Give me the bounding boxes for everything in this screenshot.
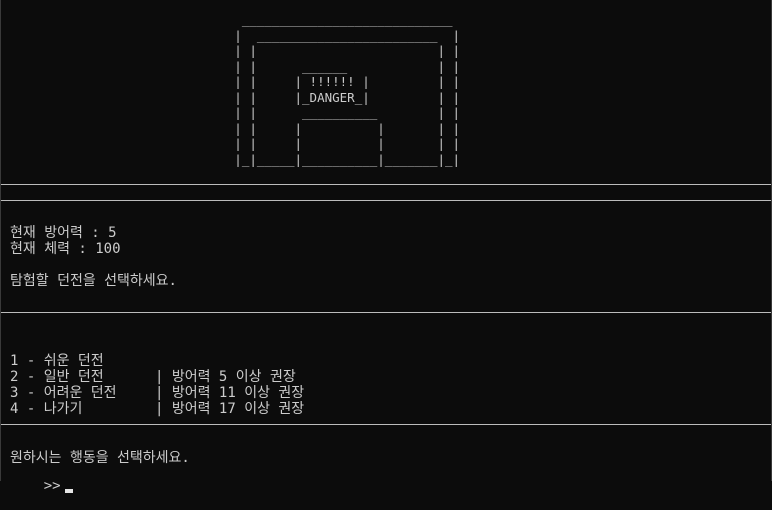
console-window: ____________________________ | _________… bbox=[0, 0, 772, 494]
text-cursor bbox=[64, 489, 73, 493]
danger-gate-ascii-art: ____________________________ | _________… bbox=[234, 12, 461, 167]
menu-option-requirement: | 방어력 11 이상 권장 bbox=[155, 385, 305, 401]
menu-item-normal-dungeon[interactable]: 2 - 일반 던전 | 방어력 11 이상 권장 bbox=[10, 353, 304, 401]
menu-option-requirement: | 방어력 5 이상 권장 bbox=[155, 369, 296, 385]
divider-line bbox=[1, 424, 771, 425]
divider-line bbox=[1, 312, 771, 313]
menu-option-requirement: | 방어력 17 이상 권장 bbox=[155, 401, 305, 417]
divider-line bbox=[1, 184, 771, 185]
menu-item-easy-dungeon[interactable]: 1 - 쉬운 던전 | 방어력 5 이상 권장 bbox=[10, 337, 296, 385]
input-prompt-symbol: >> bbox=[43, 478, 61, 494]
dungeon-instruction: 탐험할 던전을 선택하세요. bbox=[10, 273, 177, 289]
hp-status: 현재 체력 : 100 bbox=[10, 241, 121, 257]
divider-line bbox=[1, 200, 771, 201]
menu-item-exit[interactable]: 4 - 나가기 bbox=[10, 385, 82, 417]
menu-item-hard-dungeon[interactable]: 3 - 어려운 던전 | 방어력 17 이상 권장 bbox=[10, 369, 304, 417]
menu-option-label: 4 - 나가기 bbox=[10, 401, 83, 417]
command-input[interactable]: >> bbox=[10, 462, 73, 494]
defense-status: 현재 방어력 : 5 bbox=[10, 225, 117, 241]
